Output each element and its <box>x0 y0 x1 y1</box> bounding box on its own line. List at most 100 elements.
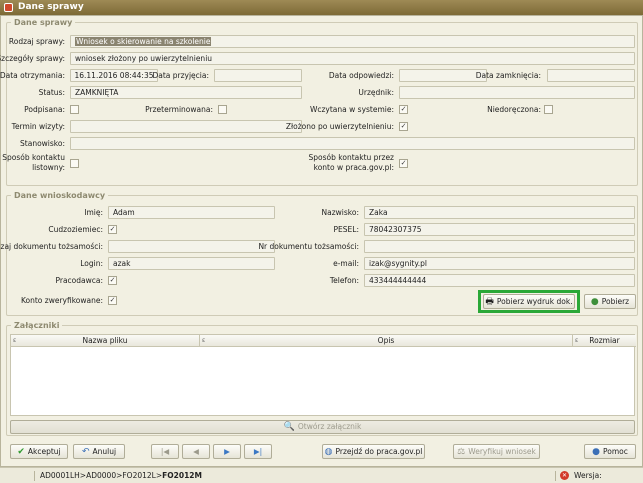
window-title: Dane sprawy <box>18 2 84 12</box>
status-separator <box>555 471 556 481</box>
imie-field[interactable]: Adam <box>108 206 275 219</box>
telefon-field[interactable]: 433444444444 <box>364 274 635 287</box>
email-label: e-mail: <box>333 259 359 268</box>
pesel-field[interactable]: 78042307375 <box>364 223 635 236</box>
szczegoly-field[interactable]: wniosek złożony po uwierzytelnieniu <box>70 52 635 65</box>
error-icon[interactable]: ✕ <box>560 471 569 480</box>
kontakt-praca-checkbox[interactable]: ✓ <box>399 159 408 168</box>
kontakt-listowny-label-line2: listowny: <box>32 163 65 172</box>
applicant-section-legend: Dane wnioskodawcy <box>14 191 106 200</box>
przejdz-button[interactable]: ◍ Przejdź do praca.gov.pl <box>322 444 425 459</box>
open-attachment-label: Otwórz załącznik <box>297 422 362 431</box>
sort-marker-icon: ε <box>202 337 206 344</box>
rodzaj-label: Rodzaj sprawy: <box>8 37 65 46</box>
first-record-button[interactable]: |◀ <box>151 444 179 459</box>
pomoc-button[interactable]: ● Pomoc <box>584 444 636 459</box>
akceptuj-label: Akceptuj <box>27 447 61 456</box>
sort-marker-icon: ε <box>13 337 17 344</box>
niedoreczona-checkbox[interactable] <box>544 105 553 114</box>
gavel-icon: ⚖ <box>457 446 466 457</box>
data-przyjecia-field[interactable] <box>214 69 302 82</box>
first-record-icon: |◀ <box>160 447 170 456</box>
rodzaj-value: Wniosek o skierowanie na szkolenie <box>75 37 212 46</box>
stanowisko-label: Stanowisko: <box>20 139 65 148</box>
sort-marker-icon: ε <box>575 337 579 344</box>
wczytana-checkbox[interactable]: ✓ <box>399 105 408 114</box>
undo-icon: ↶ <box>81 446 90 457</box>
globe-icon: ◍ <box>324 446 333 457</box>
konto-checkbox[interactable]: ✓ <box>108 296 117 305</box>
column-header-rozmiar-label: Rozmiar <box>589 336 620 345</box>
data-otrzymania-field[interactable]: 16.11.2016 08:44:35 <box>70 69 158 82</box>
kontakt-praca-label: Sposób kontaktu przez konto w praca.gov.… <box>309 153 394 173</box>
pracodawca-label: Pracodawca: <box>55 276 103 285</box>
pracodawca-checkbox[interactable]: ✓ <box>108 276 117 285</box>
nazwisko-label: Nazwisko: <box>321 208 359 217</box>
checkmark-icon: ✔ <box>17 446 25 457</box>
podpisana-label: Podpisana: <box>24 105 65 114</box>
podpisana-checkbox[interactable] <box>70 105 79 114</box>
pobierz-wydruk-button[interactable]: 🖶 Pobierz wydruk dok. <box>483 294 575 309</box>
status-field[interactable]: ZAMKNIĘTA <box>70 86 302 99</box>
data-otrzymania-label: Data otrzymania: <box>0 71 65 80</box>
urzednik-field[interactable] <box>399 86 635 99</box>
case-section-legend: Dane sprawy <box>14 18 73 27</box>
akceptuj-button[interactable]: ✔ Akceptuj <box>10 444 68 459</box>
next-record-button[interactable]: ▶ <box>213 444 241 459</box>
status-separator <box>34 471 35 481</box>
data-odpowiedzi-field[interactable] <box>399 69 487 82</box>
rodzaj-dok-field[interactable] <box>108 240 275 253</box>
window-titlebar[interactable]: Dane sprawy <box>0 0 643 15</box>
termin-label: Termin wizyty: <box>11 122 65 131</box>
previous-record-button[interactable]: ◀ <box>182 444 210 459</box>
printer-icon: 🖶 <box>485 296 494 307</box>
column-header-nazwa-label: Nazwa pliku <box>82 336 128 345</box>
pobierz-label: Pobierz <box>601 297 630 306</box>
previous-record-icon: ◀ <box>193 447 199 456</box>
weryfikuj-label: Weryfikuj wniosek <box>468 447 536 456</box>
konto-label: Konto zweryfikowane: <box>20 296 103 305</box>
cudzoziemiec-checkbox[interactable]: ✓ <box>108 225 117 234</box>
urzednik-label: Urzędnik: <box>358 88 394 97</box>
rodzaj-field[interactable]: Wniosek o skierowanie na szkolenie <box>70 35 635 48</box>
data-odpowiedzi-label: Data odpowiedzi: <box>328 71 394 80</box>
attachments-table[interactable]: ε Nazwa pliku ε Opis ε Rozmiar <box>10 334 636 416</box>
column-header-opis-label: Opis <box>377 336 395 345</box>
attachments-section-legend: Załączniki <box>14 321 60 330</box>
nazwisko-field[interactable]: Zaka <box>364 206 635 219</box>
app-icon <box>4 3 13 12</box>
data-zamkniecia-label: Data zamknięcia: <box>475 71 541 80</box>
pobierz-button[interactable]: ● Pobierz <box>584 294 636 309</box>
kontakt-praca-label-line2: konto w praca.gov.pl: <box>313 163 394 172</box>
nr-dok-field[interactable] <box>364 240 635 253</box>
przeterminowana-checkbox[interactable] <box>218 105 227 114</box>
login-label: Login: <box>80 259 103 268</box>
column-header-nazwa[interactable]: ε Nazwa pliku <box>11 335 200 347</box>
data-zamkniecia-field[interactable] <box>547 69 635 82</box>
zlozono-checkbox[interactable]: ✓ <box>399 122 408 131</box>
column-header-rozmiar[interactable]: ε Rozmiar <box>573 335 636 347</box>
open-attachment-button[interactable]: 🔍 Otwórz załącznik <box>10 420 635 434</box>
termin-field[interactable] <box>70 120 302 133</box>
last-record-button[interactable]: ▶| <box>244 444 272 459</box>
zlozono-label: Złożono po uwierzytelnieniu: <box>285 122 394 131</box>
help-icon: ● <box>592 446 600 457</box>
telefon-label: Telefon: <box>329 276 359 285</box>
version-label: Wersja: 2.0.38.0_rc1 <box>574 471 602 480</box>
niedoreczona-label: Niedoręczona: <box>487 105 541 114</box>
anuluj-button[interactable]: ↶ Anuluj <box>73 444 125 459</box>
pesel-label: PESEL: <box>333 225 359 234</box>
kontakt-praca-label-line1: Sposób kontaktu przez <box>308 153 394 162</box>
nr-dok-label: Nr dokumentu tożsamości: <box>258 242 359 251</box>
breadcrumb-current: FO2012M <box>162 471 202 480</box>
weryfikuj-button[interactable]: ⚖ Weryfikuj wniosek <box>453 444 540 459</box>
rodzaj-dok-label: Rodzaj dokumentu tożsamości: <box>0 242 103 251</box>
column-header-opis[interactable]: ε Opis <box>200 335 573 347</box>
last-record-icon: ▶| <box>253 447 263 456</box>
main-panel: Dane sprawy Rodzaj sprawy: Wniosek o ski… <box>0 15 643 467</box>
pobierz-wydruk-label: Pobierz wydruk dok. <box>496 297 573 306</box>
kontakt-listowny-checkbox[interactable] <box>70 159 79 168</box>
stanowisko-field[interactable] <box>70 137 635 150</box>
email-field[interactable]: izak@sygnity.pl <box>364 257 635 270</box>
login-field[interactable]: azak <box>108 257 275 270</box>
